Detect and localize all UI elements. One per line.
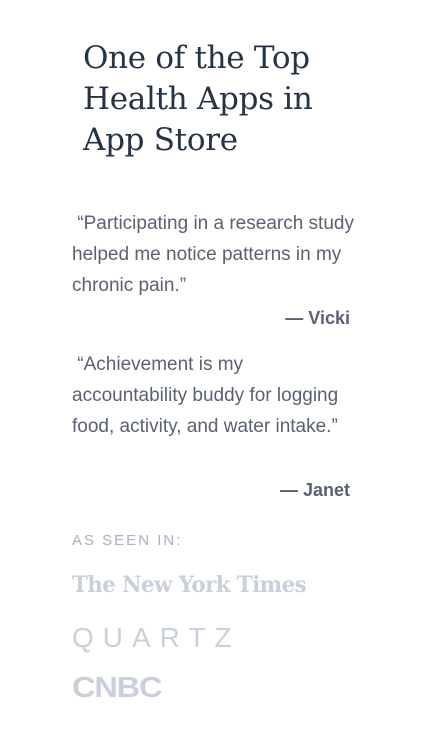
nyt-logo: The New York Times [72, 572, 307, 598]
cnbc-logo: CNBC [72, 672, 162, 704]
testimonial-author: — Vicki [285, 308, 350, 328]
quartz-logo: QUARTZ [72, 622, 241, 653]
testimonial-author: — Janet [279, 480, 350, 500]
as-seen-in-label: AS SEEN IN: [72, 532, 183, 549]
testimonial-quote: “Achievement is my accountability buddy … [72, 354, 339, 437]
testimonial-quote: “Participating in a research study helpe… [72, 213, 354, 296]
headline: One of the Top Health Apps in App Store [83, 40, 313, 158]
